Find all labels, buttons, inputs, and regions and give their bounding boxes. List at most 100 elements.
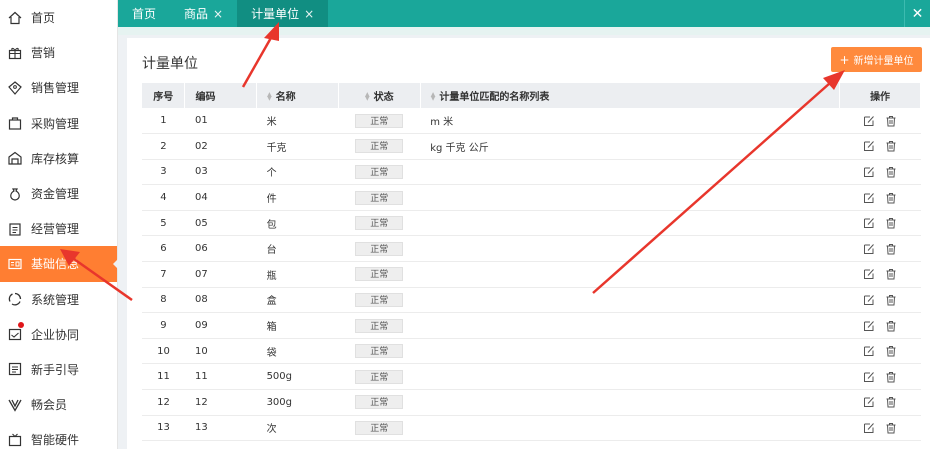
sidebar-item-label: 采购管理	[31, 116, 80, 131]
edit-icon[interactable]	[863, 396, 875, 408]
cell-name: 袋	[256, 338, 339, 365]
col-header-name[interactable]: ▲ ▼ 名称	[256, 83, 339, 108]
table-row[interactable]: 9 09 箱 正常	[142, 312, 921, 339]
warehouse-icon	[8, 151, 22, 165]
edit-icon[interactable]	[863, 140, 875, 152]
sidebar-item-0[interactable]: 首页	[0, 0, 117, 35]
sidebar: 首页 营销 销售管理采购管理库存核算 资金管理经营管理基础信息系统管理 企业协同 新手引导…	[0, 0, 118, 449]
trash-icon[interactable]	[885, 217, 897, 229]
tab-1[interactable]: 商品 ×	[170, 0, 237, 27]
sidebar-item-11[interactable]: 畅会员	[0, 387, 117, 422]
cell-actions	[839, 338, 921, 365]
close-tab-icon[interactable]: ×	[304, 7, 314, 21]
cell-no: 6	[142, 235, 185, 263]
trash-icon[interactable]	[885, 422, 897, 434]
sidebar-item-8[interactable]: 系统管理	[0, 282, 117, 317]
trash-icon[interactable]	[885, 294, 897, 306]
cell-actions	[839, 312, 921, 339]
edit-icon[interactable]	[863, 192, 875, 204]
sidebar-item-10[interactable]: 新手引导	[0, 352, 117, 387]
cell-no: 2	[142, 133, 185, 160]
cell-code: 03	[184, 159, 257, 186]
guide-icon	[8, 362, 22, 376]
table-row[interactable]: 4 04 件 正常	[142, 184, 921, 211]
tab-0[interactable]: 首页	[118, 0, 170, 27]
status-badge: 正常	[355, 190, 404, 205]
sidebar-item-6[interactable]: 经营管理	[0, 211, 117, 246]
cell-aliases: kg 千克 公斤	[420, 133, 840, 160]
status-badge: 正常	[355, 292, 404, 307]
trash-icon[interactable]	[885, 140, 897, 152]
cell-actions	[839, 415, 921, 442]
cell-no: 9	[142, 312, 185, 339]
sidebar-item-7[interactable]: 基础信息	[0, 246, 118, 282]
status-badge: 正常	[355, 164, 404, 179]
add-unit-button-label: 新增计量单位	[853, 56, 914, 67]
cell-code: 02	[184, 133, 257, 160]
table-row[interactable]: 5 05 包 正常	[142, 210, 921, 237]
cell-name: 包	[256, 210, 339, 237]
trash-icon[interactable]	[885, 115, 897, 127]
trash-icon[interactable]	[885, 371, 897, 383]
cell-no: 4	[142, 184, 185, 211]
cell-name: 台	[256, 235, 339, 263]
table-row[interactable]: 6 06 台 正常	[142, 235, 921, 263]
sidebar-item-label: 经营管理	[31, 222, 80, 237]
unit-table: 序号 编码 ▲ ▼ 名称 ▲ ▼ 状态 ▲ ▼ 计量单位匹配的名称列表 操作 1 01 米正常 m…	[142, 83, 921, 442]
cell-aliases: m 米	[420, 108, 840, 135]
row-actions	[840, 371, 921, 383]
table-row[interactable]: 10 10 袋正常	[142, 338, 921, 365]
sidebar-item-label: 基础信息	[31, 257, 80, 272]
tv-icon	[8, 433, 22, 447]
sidebar-item-3[interactable]: 采购管理	[0, 106, 117, 141]
add-unit-button[interactable]: + 新增计量单位	[831, 47, 922, 72]
sidebar-item-9[interactable]: 企业协同	[0, 317, 117, 352]
table-row[interactable]: 7 07 瓶 正常	[142, 261, 921, 288]
edit-icon[interactable]	[863, 294, 875, 306]
edit-icon[interactable]	[863, 268, 875, 280]
sidebar-item-2[interactable]: 销售管理	[0, 70, 117, 105]
cell-name: 次	[256, 415, 339, 442]
table-row[interactable]: 8 08 盒 正常	[142, 287, 921, 314]
col-header-aliases[interactable]: ▲ ▼ 计量单位匹配的名称列表	[420, 83, 841, 108]
trash-icon[interactable]	[885, 345, 897, 357]
close-tab-icon[interactable]: ×	[213, 7, 223, 21]
table-row[interactable]: 1 01 米 正常 m 米	[142, 108, 921, 135]
plus-icon: +	[839, 52, 850, 67]
table-row[interactable]: 11 11 500g 正常	[142, 363, 921, 391]
col-header-status-label: 状态	[373, 92, 394, 103]
status-badge: 正常	[355, 344, 404, 359]
sidebar-item-5[interactable]: 资金管理	[0, 176, 117, 211]
sidebar-item-4[interactable]: 库存核算	[0, 141, 117, 176]
sidebar-item-12[interactable]: 智能硬件	[0, 422, 117, 449]
edit-icon[interactable]	[863, 115, 875, 127]
col-header-code: 编码	[184, 83, 258, 108]
table-row[interactable]: 2 02 千克 正常 kg 千克 公斤	[142, 133, 921, 160]
table-row[interactable]: 13 13 次正常	[142, 415, 921, 442]
sidebar-item-label: 畅会员	[31, 398, 68, 413]
trash-icon[interactable]	[885, 268, 897, 280]
tab-2[interactable]: 计量单位 ×	[237, 0, 329, 27]
sidebar-item-1[interactable]: 营销	[0, 35, 117, 70]
cell-status: 正常	[338, 184, 421, 211]
trash-icon[interactable]	[885, 166, 897, 178]
sidebar-item-label: 智能硬件	[31, 433, 80, 448]
table-row[interactable]: 3 03 个 正常	[142, 159, 921, 186]
cell-no: 8	[142, 287, 185, 314]
cell-no: 13	[142, 415, 185, 442]
edit-icon[interactable]	[863, 371, 875, 383]
edit-icon[interactable]	[863, 243, 875, 255]
trash-icon[interactable]	[885, 192, 897, 204]
trash-icon[interactable]	[885, 320, 897, 332]
edit-icon[interactable]	[863, 217, 875, 229]
cell-code: 13	[184, 415, 257, 442]
edit-icon[interactable]	[863, 422, 875, 434]
close-all-tabs-button[interactable]: ✕	[904, 0, 930, 27]
edit-icon[interactable]	[863, 166, 875, 178]
trash-icon[interactable]	[885, 396, 897, 408]
edit-icon[interactable]	[863, 320, 875, 332]
table-row[interactable]: 12 12 300g 正常	[142, 389, 921, 416]
trash-icon[interactable]	[885, 243, 897, 255]
edit-icon[interactable]	[863, 345, 875, 357]
col-header-status[interactable]: ▲ ▼ 状态	[338, 83, 421, 108]
